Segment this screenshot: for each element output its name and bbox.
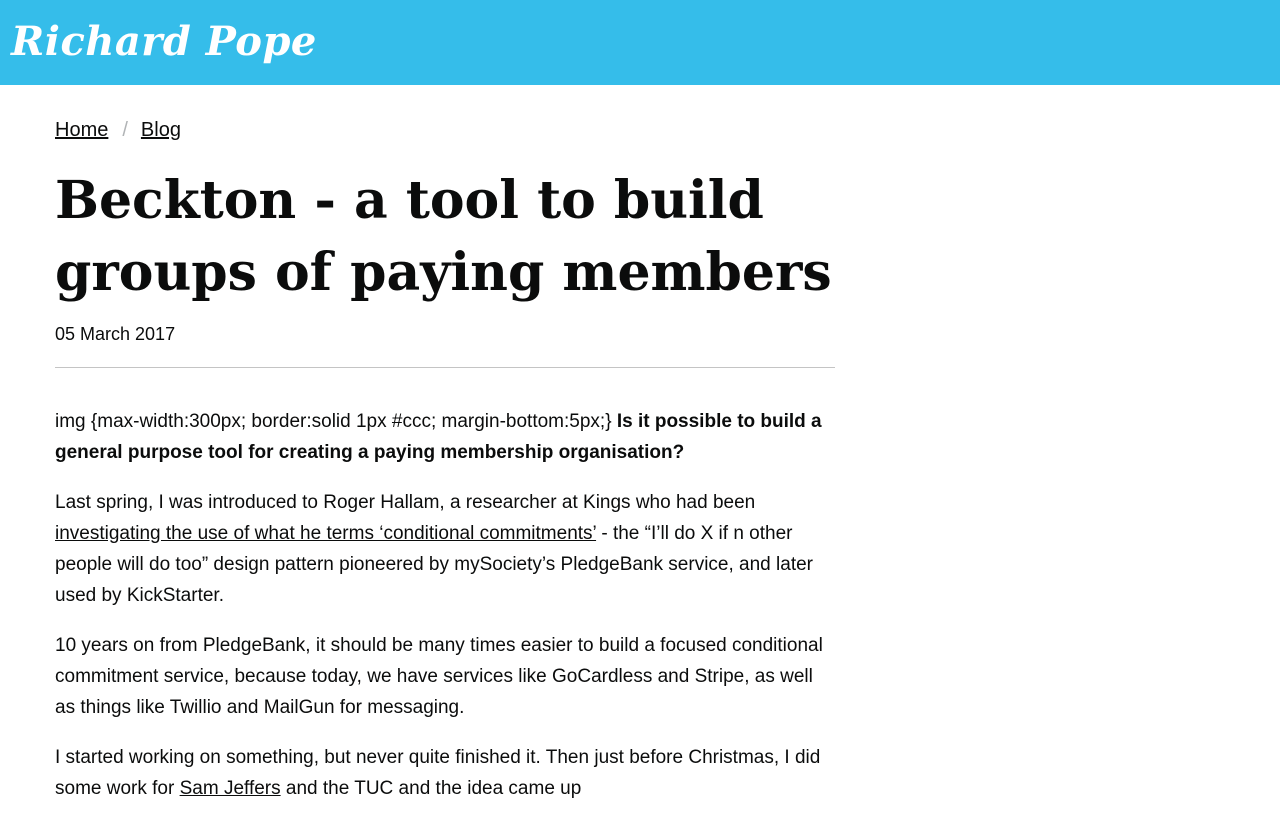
breadcrumb-separator: / (122, 119, 128, 141)
breadcrumb-home-link[interactable]: Home (55, 119, 108, 141)
paragraph-roger-hallam: Last spring, I was introduced to Roger H… (55, 487, 835, 611)
sam-jeffers-link[interactable]: Sam Jeffers (180, 778, 281, 799)
paragraph-intro: img {max-width:300px; border:solid 1px #… (55, 406, 835, 468)
post-body: img {max-width:300px; border:solid 1px #… (55, 406, 835, 823)
site-header: Richard Pope (0, 0, 1280, 85)
paragraph-pledgebank: 10 years on from PledgeBank, it should b… (55, 635, 823, 718)
paragraph-sam-jeffers: I started working on something, but neve… (55, 742, 835, 804)
post-date: 05 March 2017 (55, 324, 176, 344)
breadcrumb: Home / Blog (55, 117, 181, 143)
paragraph-text: and the TUC and the idea came up (285, 778, 582, 799)
intro-css-text: img {max-width:300px; border:solid 1px #… (55, 411, 612, 432)
divider (55, 367, 835, 368)
breadcrumb-blog-link[interactable]: Blog (141, 119, 181, 141)
page-title: Beckton - a tool to build groups of payi… (55, 170, 832, 303)
conditional-commitments-link[interactable]: investigating the use of what he terms ‘… (55, 523, 596, 544)
site-title-link[interactable]: Richard Pope (11, 17, 317, 67)
paragraph-text: Last spring, I was introduced to Roger H… (55, 492, 756, 513)
